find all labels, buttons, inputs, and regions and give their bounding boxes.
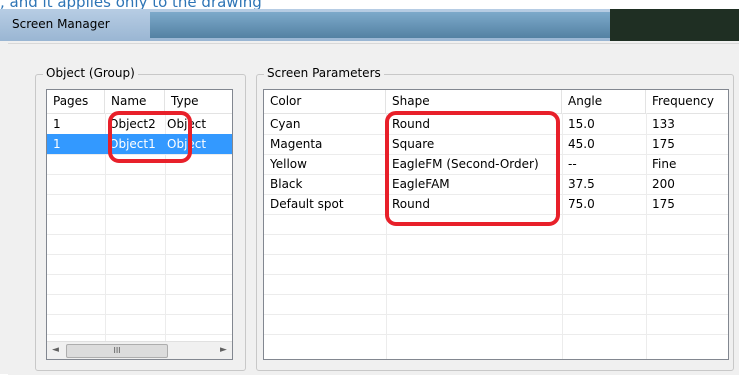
highlight-annotation-names [108,111,192,163]
cell-frequency: 175 [652,137,675,151]
grid-row-line [47,194,232,195]
column-header-name[interactable]: Name [105,90,165,113]
cell-angle: 15.0 [568,117,595,131]
cell-frequency: Fine [652,157,677,171]
grid-row-line [47,254,232,255]
cell-pages: 1 [53,137,61,151]
background-document-text: , and it applies only to the drawing [0,0,262,9]
column-header-frequency[interactable]: Frequency [646,90,728,113]
cell-pages: 1 [53,117,61,131]
screen-parameters-box: Screen Parameters Color Shape Angle Freq… [256,66,734,371]
dialog-client-area: Object (Group) Pages Name Type 1 Object2… [8,43,739,375]
screen-parameters-legend: Screen Parameters [264,66,384,80]
grid-row-line [47,214,232,215]
grid-row-line [47,294,232,295]
grid-row-line [47,274,232,275]
column-header-angle[interactable]: Angle [562,90,646,113]
object-group-legend: Object (Group) [43,66,138,80]
column-header-color[interactable]: Color [264,90,386,113]
cell-frequency: 200 [652,177,675,191]
grid-row-line [264,254,728,255]
scroll-right-icon[interactable]: ► [215,342,232,359]
scroll-left-icon[interactable]: ◄ [47,342,64,359]
grid-row-line [47,314,232,315]
scrollbar-thumb[interactable]: III [66,344,168,358]
grid-row-line [47,174,232,175]
object-group-box: Object (Group) Pages Name Type 1 Object2… [35,66,246,371]
highlight-annotation-shapes [385,111,560,226]
cell-angle: 45.0 [568,137,595,151]
cell-color: Cyan [270,117,301,131]
grid-row-line [264,334,728,335]
column-header-shape[interactable]: Shape [386,90,562,113]
title-bar[interactable]: Screen Manager [0,9,739,41]
cell-angle: 37.5 [568,177,595,191]
cell-angle: 75.0 [568,197,595,211]
column-header-type[interactable]: Type [165,90,232,113]
grid-row-line [264,234,728,235]
horizontal-scrollbar[interactable]: ◄ III ► [47,341,232,359]
title-bar-dark-area [610,9,739,41]
grid-row-line [264,274,728,275]
window-title: Screen Manager [12,17,110,31]
cell-color: Default spot [270,197,344,211]
grid-row-line [264,314,728,315]
cell-frequency: 133 [652,117,675,131]
grid-row-line [47,334,232,335]
cell-color: Magenta [270,137,323,151]
grid-row-line [264,294,728,295]
grid-row-line [47,234,232,235]
cell-frequency: 175 [652,197,675,211]
column-header-pages[interactable]: Pages [47,90,105,113]
title-bar-glass [150,12,610,38]
cell-angle: -- [568,157,577,171]
screen-manager-window: Screen Manager Object (Group) Pages Name… [0,9,739,375]
cell-color: Yellow [270,157,307,171]
cell-color: Black [270,177,303,191]
